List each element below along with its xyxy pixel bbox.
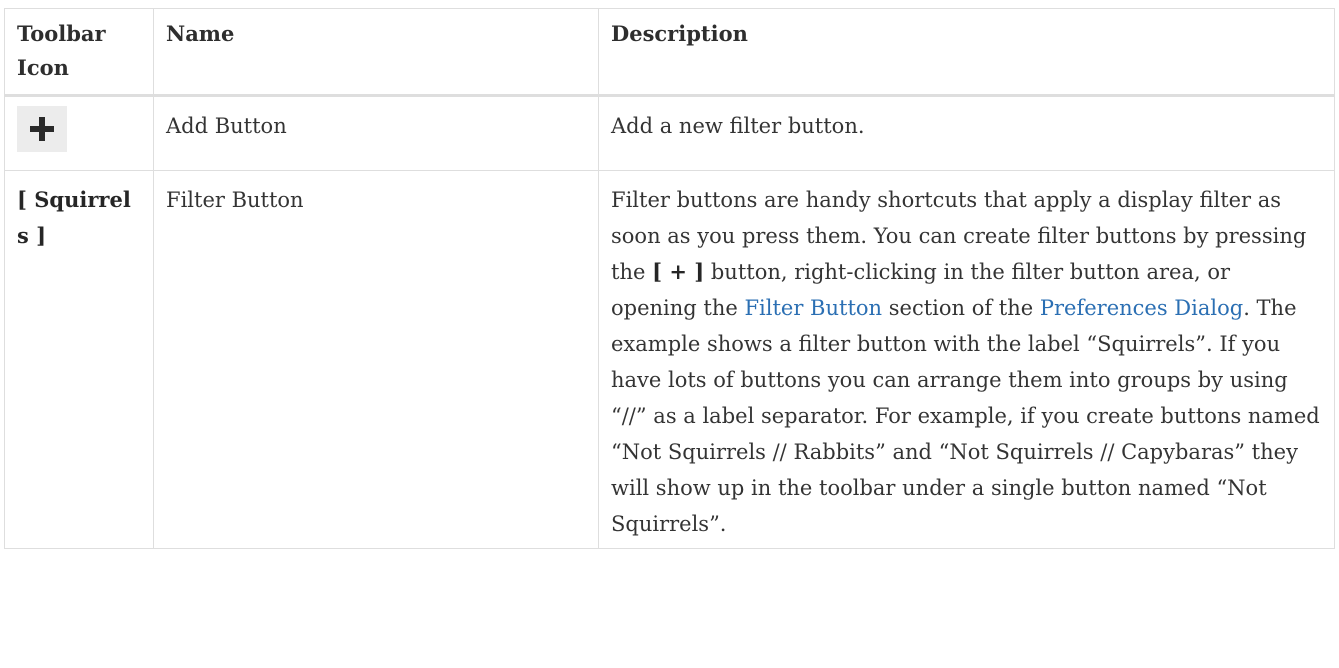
header-description: Description [598,8,1335,97]
description-text: . The example shows a filter button with… [611,296,1320,536]
preferences-dialog-link[interactable]: Preferences Dialog [1040,296,1243,320]
filter-button-icon-label: [ Squirrels ] [17,187,131,248]
name-cell: Add Button [153,95,599,171]
toolbar-icon-cell [4,95,154,171]
table-header-row: Toolbar Icon Name Description [4,8,1335,97]
description-cell: Filter buttons are handy shortcuts that … [598,170,1335,549]
name-cell: Filter Button [153,170,599,549]
table-row: Add Button Add a new filter button. [4,95,1335,171]
table-row: [ Squirrels ] Filter Button Filter butto… [4,170,1335,549]
toolbar-icons-table: Toolbar Icon Name Description Add Button… [4,8,1335,549]
description-text: section of the [882,296,1040,320]
header-toolbar-icon: Toolbar Icon [4,8,154,97]
plus-icon [17,106,67,152]
toolbar-icon-cell: [ Squirrels ] [4,170,154,549]
description-cell: Add a new filter button. [598,95,1335,171]
add-button-reference: [ + ] [652,259,705,284]
filter-button-link[interactable]: Filter Button [744,296,882,320]
header-name: Name [153,8,599,97]
